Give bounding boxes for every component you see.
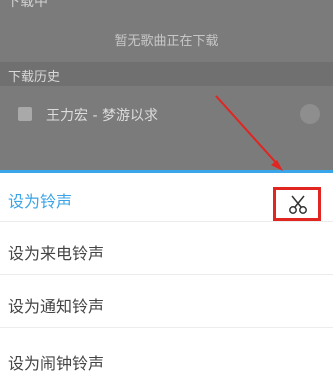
set-notification-ringtone-label: 设为通知铃声 xyxy=(8,297,105,316)
divider xyxy=(0,221,333,222)
scissors-icon xyxy=(289,195,307,214)
set-alarm-ringtone-label: 设为闹钟铃声 xyxy=(8,354,105,373)
history-item-title: 王力宏 - 梦游以求 xyxy=(46,108,158,124)
set-ringtone-item[interactable]: 设为铃声 xyxy=(0,173,333,225)
history-list-item[interactable]: 王力宏 - 梦游以求 xyxy=(0,94,333,136)
download-history-title: 下载历史 xyxy=(8,70,61,85)
divider xyxy=(0,327,333,328)
download-history-header: 下载历史 xyxy=(0,62,333,86)
set-call-ringtone-item[interactable]: 设为来电铃声 xyxy=(0,225,333,277)
set-call-ringtone-label: 设为来电铃声 xyxy=(8,244,105,263)
cut-ringtone-button[interactable] xyxy=(273,187,321,221)
set-ringtone-label: 设为铃声 xyxy=(8,192,73,211)
divider xyxy=(0,274,333,275)
download-header: 下载中 xyxy=(6,0,48,10)
song-icon xyxy=(18,107,32,121)
background-screen: 下载中 暂无歌曲正在下载 下载历史 王力宏 - 梦游以求 xyxy=(0,0,333,170)
set-notification-ringtone-item[interactable]: 设为通知铃声 xyxy=(0,278,333,330)
empty-download-text: 暂无歌曲正在下载 xyxy=(114,34,219,49)
ringtone-sheet: 设为铃声 设为来电铃声 设为通知铃声 设为闹钟铃声 xyxy=(0,170,333,387)
set-alarm-ringtone-item[interactable]: 设为闹钟铃声 xyxy=(0,335,333,387)
more-options-icon[interactable] xyxy=(300,104,320,124)
